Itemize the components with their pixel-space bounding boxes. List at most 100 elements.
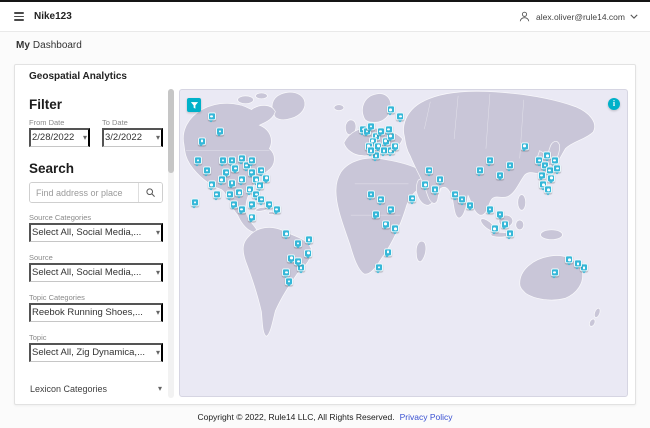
map-marker[interactable] [553, 164, 562, 175]
topic-select[interactable]: Select All, Zig Dynamica,... ▾ [29, 343, 163, 362]
map-marker[interactable] [237, 175, 246, 186]
map-marker[interactable] [485, 205, 494, 215]
map-marker[interactable] [255, 181, 264, 192]
privacy-policy-link[interactable]: Privacy Policy [400, 412, 453, 422]
map-marker[interactable] [391, 141, 400, 152]
map-marker[interactable] [294, 239, 302, 249]
map-marker[interactable] [500, 219, 509, 230]
map-marker[interactable] [565, 255, 574, 266]
map-marker[interactable] [458, 195, 467, 205]
map-marker[interactable] [262, 174, 271, 184]
map-marker[interactable] [436, 175, 445, 186]
to-date-label: To Date [102, 118, 128, 127]
map-marker[interactable] [227, 178, 236, 189]
map-marker[interactable] [374, 263, 383, 273]
map-marker[interactable] [294, 257, 303, 267]
map-marker[interactable] [396, 112, 405, 123]
sidebar-scrollbar[interactable] [168, 89, 174, 398]
map-marker[interactable] [304, 249, 313, 259]
menu-button[interactable] [12, 10, 26, 23]
filter-sidebar: Filter From Date 2/28/2022 ▾ To Date 3/2… [29, 89, 163, 398]
map-marker[interactable] [496, 210, 505, 220]
map-marker[interactable] [544, 185, 553, 196]
caret-down-icon: ▾ [155, 347, 160, 357]
map-marker[interactable] [376, 127, 385, 137]
map-filter-button[interactable] [187, 98, 201, 112]
map-marker[interactable] [197, 137, 206, 147]
map-marker[interactable] [386, 205, 395, 215]
map-marker[interactable] [475, 166, 484, 176]
map-marker[interactable] [247, 200, 256, 210]
map-marker[interactable] [257, 195, 266, 205]
map-marker[interactable] [190, 198, 199, 209]
map-marker[interactable] [366, 190, 375, 201]
map-marker[interactable] [225, 190, 234, 201]
map-marker[interactable] [537, 171, 546, 181]
map-marker[interactable] [235, 188, 244, 199]
map-marker[interactable] [207, 180, 216, 191]
source-categories-select[interactable]: Select All, Social Media,... ▾ [29, 223, 163, 242]
source-select[interactable]: Select All, Social Media,... ▾ [29, 263, 163, 282]
map-marker[interactable] [282, 229, 291, 240]
search-heading: Search [29, 161, 75, 176]
map-marker[interactable] [505, 229, 514, 240]
topic-categories-label: Topic Categories [29, 293, 85, 302]
map[interactable]: i [179, 89, 628, 397]
filter-heading: Filter [29, 97, 63, 112]
topic-categories-select[interactable]: Reebok Running Shoes,... ▾ [29, 303, 163, 322]
map-marker[interactable] [408, 194, 417, 205]
search-input[interactable] [30, 183, 138, 202]
map-marker[interactable] [496, 171, 505, 181]
map-marker[interactable] [247, 212, 256, 223]
map-marker[interactable] [237, 205, 246, 215]
map-marker[interactable] [207, 112, 216, 123]
map-marker[interactable] [217, 175, 226, 186]
hamburger-icon [14, 12, 24, 14]
map-marker[interactable] [215, 127, 224, 137]
map-marker[interactable] [282, 268, 291, 279]
to-date-select[interactable]: 3/2/2022 ▾ [102, 128, 163, 147]
lexicon-categories-toggle[interactable]: Lexicon Categories ▾ [29, 384, 163, 394]
map-markers-layer [180, 90, 627, 396]
user-email: alex.oliver@rule14.com [536, 11, 625, 22]
map-marker[interactable] [285, 277, 294, 287]
map-marker[interactable] [384, 125, 393, 135]
search-button[interactable] [138, 183, 162, 202]
map-marker[interactable] [305, 235, 314, 246]
map-marker[interactable] [381, 219, 390, 230]
map-marker[interactable] [272, 205, 281, 215]
caret-down-icon: ▾ [155, 132, 160, 142]
search-box [29, 182, 163, 203]
geospatial-panel: Geospatial Analytics Filter From Date 2/… [14, 64, 636, 405]
search-icon [146, 188, 155, 197]
sidebar-scrollbar-thumb[interactable] [168, 89, 174, 173]
map-marker[interactable] [466, 201, 475, 211]
map-marker[interactable] [550, 268, 559, 279]
map-marker[interactable] [229, 200, 238, 210]
user-menu[interactable]: alex.oliver@rule14.com [518, 10, 638, 23]
map-marker[interactable] [505, 161, 514, 172]
map-marker[interactable] [543, 151, 552, 162]
map-marker[interactable] [212, 190, 221, 201]
map-marker[interactable] [391, 224, 400, 235]
map-marker[interactable] [193, 156, 202, 167]
map-marker[interactable] [425, 166, 434, 176]
map-marker[interactable] [573, 259, 582, 270]
map-marker[interactable] [376, 195, 385, 205]
from-date-select[interactable]: 2/28/2022 ▾ [29, 128, 90, 147]
map-marker[interactable] [386, 105, 395, 116]
map-marker[interactable] [485, 156, 494, 167]
map-marker[interactable] [421, 180, 430, 191]
map-marker[interactable] [366, 146, 375, 157]
map-info-button[interactable]: i [608, 98, 620, 110]
map-marker[interactable] [383, 248, 392, 258]
map-marker[interactable] [366, 122, 375, 132]
map-marker[interactable] [247, 156, 256, 167]
map-marker[interactable] [550, 156, 559, 167]
footer: Copyright © 2022, Rule14 LLC, All Rights… [0, 405, 650, 428]
map-marker[interactable] [490, 224, 499, 235]
map-marker[interactable] [371, 210, 380, 220]
map-marker[interactable] [202, 166, 211, 176]
map-marker[interactable] [520, 141, 529, 152]
map-marker[interactable] [218, 156, 227, 167]
